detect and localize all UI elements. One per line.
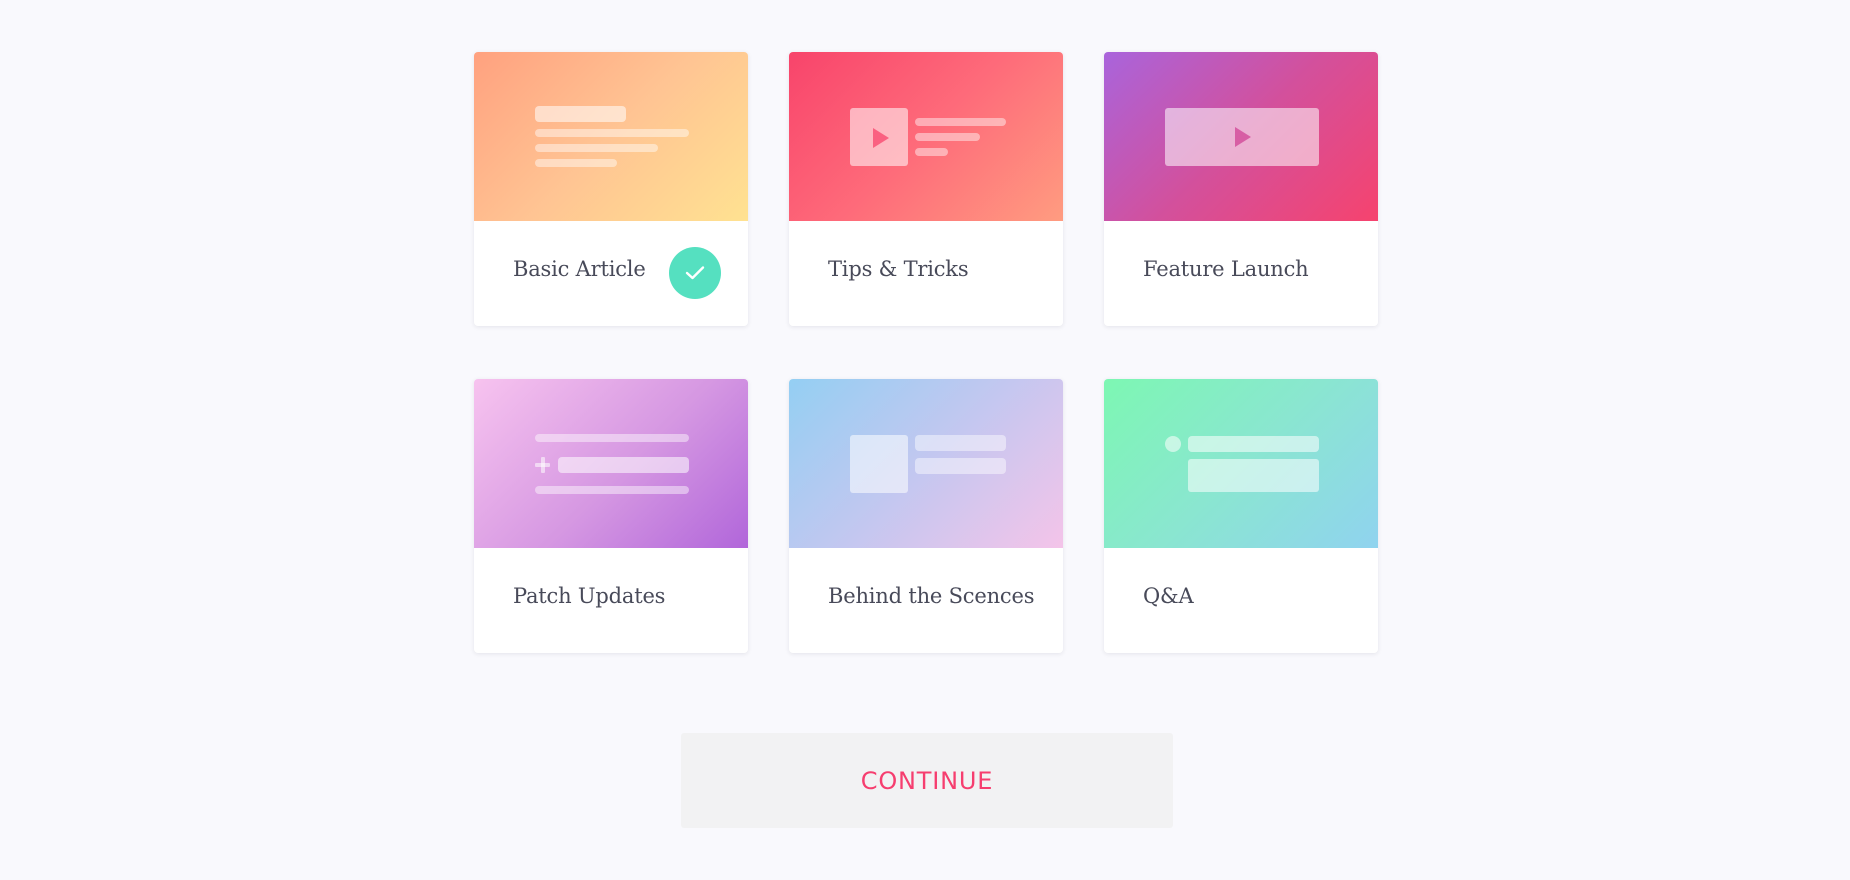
article-lines-icon: [474, 52, 748, 221]
selected-badge: [669, 247, 721, 299]
card-label: Tips & Tricks: [828, 257, 969, 281]
card-footer: Tips & Tricks: [789, 221, 1063, 326]
template-card-behind-the-scences[interactable]: Behind the Scences: [789, 379, 1063, 653]
template-card-qa[interactable]: Q&A: [1104, 379, 1378, 653]
media-text-icon: [789, 379, 1063, 548]
template-chooser-page: { "cards": [ {"label": "Basic Article", …: [0, 0, 1850, 880]
card-footer: Patch Updates: [474, 548, 748, 653]
card-footer: Feature Launch: [1104, 221, 1378, 326]
video-list-icon: [789, 52, 1063, 221]
template-card-feature-launch[interactable]: Feature Launch: [1104, 52, 1378, 326]
continue-button[interactable]: CONTINUE: [681, 733, 1173, 828]
play-icon: [873, 128, 889, 148]
play-icon: [1235, 127, 1251, 147]
check-icon: [685, 266, 705, 280]
card-label: Feature Launch: [1143, 257, 1309, 281]
changelog-icon: [474, 379, 748, 548]
card-footer: Behind the Scences: [789, 548, 1063, 653]
plus-icon: [535, 457, 550, 473]
video-player-icon: [1104, 52, 1378, 221]
template-card-patch-updates[interactable]: Patch Updates: [474, 379, 748, 653]
card-label: Behind the Scences: [828, 584, 1035, 608]
question-answer-icon: [1104, 379, 1378, 548]
template-card-basic-article[interactable]: Basic Article: [474, 52, 748, 326]
card-label: Q&A: [1143, 584, 1194, 608]
template-card-tips-tricks[interactable]: Tips & Tricks: [789, 52, 1063, 326]
template-grid: Basic Article Tips & Tricks Feature Laun…: [474, 52, 1378, 653]
card-footer: Q&A: [1104, 548, 1378, 653]
card-footer: Basic Article: [474, 221, 748, 326]
card-label: Patch Updates: [513, 584, 666, 608]
card-label: Basic Article: [513, 257, 646, 281]
